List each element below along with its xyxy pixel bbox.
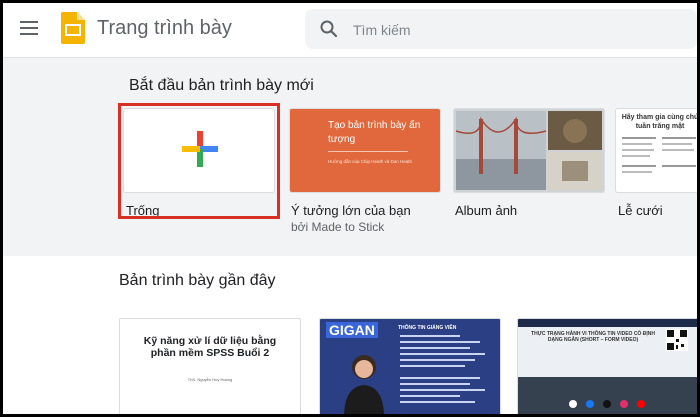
doc-header-bar: [518, 319, 697, 327]
header: Trang trình bày: [3, 3, 697, 58]
gigan-info-title: THÔNG TIN GIẢNG VIÊN: [398, 325, 457, 331]
app-frame: Trang trình bày Bắt đầu bản trình bày mớ…: [3, 3, 697, 414]
divider: [328, 151, 408, 152]
template-wedding-label: Lễ cưới: [618, 203, 663, 218]
template-photo-album-label: Album ảnh: [455, 203, 518, 218]
recent-doc-video[interactable]: THỰC TRẠNG HÀNH VI THÔNG TIN VIDEO CÓ ĐỊ…: [517, 318, 697, 414]
wedding-thumb-text-lines: [622, 137, 696, 173]
recent-doc-gigan[interactable]: GIGAN THÔNG TIN GIẢNG VIÊN: [319, 318, 501, 414]
template-big-idea[interactable]: Tạo bản trình bày ấn tượng Hướng dẫn của…: [289, 108, 441, 193]
template-wedding[interactable]: Hãy tham gia cùng chú tuần trăng mật: [615, 108, 697, 193]
recent-doc-spss-author: ThS. Nguyễn Huy Hoàng: [187, 377, 233, 382]
app-title: Trang trình bày: [97, 17, 232, 39]
template-gallery: Bắt đầu bản trình bày mới Trống Tạo bản …: [3, 58, 697, 256]
recent-doc-video-title: THỰC TRẠNG HÀNH VI THÔNG TIN VIDEO CÓ ĐỊ…: [531, 331, 655, 343]
photo-album-thumb-image: [455, 111, 602, 190]
wedding-thumb-title: Hãy tham gia cùng chú tuần trăng mật: [621, 114, 697, 130]
hamburger-menu-icon[interactable]: [20, 21, 38, 35]
big-idea-thumb-title: Tạo bản trình bày ấn tượng: [328, 120, 421, 145]
recent-doc-spss[interactable]: Kỹ năng xử lí dữ liệu bằng phần mềm SPSS…: [119, 318, 301, 414]
social-icons: [569, 400, 645, 408]
recent-presentations: Bản trình bày gần đây Kỹ năng xử lí dữ l…: [3, 256, 697, 414]
recent-section-title: Bản trình bày gần đây: [119, 272, 276, 289]
template-big-idea-sub: bởi Made to Stick: [291, 220, 385, 234]
qr-code-icon: [666, 329, 688, 351]
gigan-info-lines: [400, 335, 485, 403]
template-big-idea-label: Ý tưởng lớn của bạn: [291, 203, 411, 218]
template-photo-album[interactable]: [453, 108, 605, 193]
gigan-logo: GIGAN: [326, 322, 378, 338]
selection-highlight: [118, 103, 280, 219]
recent-doc-spss-title: Kỹ năng xử lí dữ liệu bằng phần mềm SPSS…: [143, 335, 277, 359]
big-idea-thumb-author: Hướng dẫn của Chip Heath và Dan Heath: [328, 159, 413, 164]
lecturer-photo: [344, 355, 384, 414]
search-input[interactable]: [351, 18, 675, 42]
template-section-title: Bắt đầu bản trình bày mới: [129, 77, 314, 94]
slides-logo-icon[interactable]: [61, 12, 85, 44]
search-icon[interactable]: [319, 19, 339, 39]
search-bar[interactable]: [305, 9, 697, 49]
